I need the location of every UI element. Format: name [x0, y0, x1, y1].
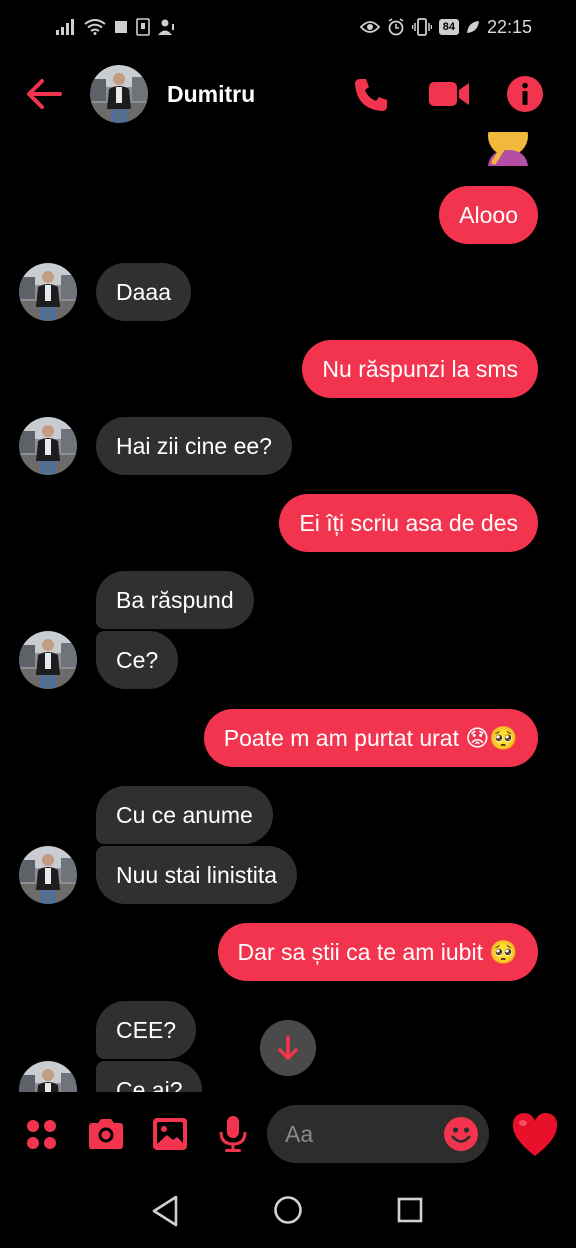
phone-call-icon[interactable]: [352, 76, 390, 114]
nav-home-icon[interactable]: [273, 1195, 303, 1225]
chat-header: Dumitru: [0, 56, 576, 132]
composer-bar: Aa: [0, 1092, 576, 1178]
message-bubble-incoming[interactable]: CEE?: [96, 1001, 197, 1059]
message-bubble-outgoing[interactable]: Dar sa știi ca te am iubit 🥺: [217, 923, 538, 981]
heart-reaction-icon[interactable]: [510, 1110, 560, 1158]
gallery-icon[interactable]: [150, 1114, 190, 1154]
message-bubble-outgoing[interactable]: Alooo: [439, 186, 538, 244]
message-bubble-incoming[interactable]: Ce?: [96, 631, 179, 689]
message-bubble-incoming[interactable]: Cu ce anume: [96, 786, 273, 844]
scroll-to-bottom-button[interactable]: [260, 1020, 316, 1076]
status-bar: 84 22:15: [0, 0, 576, 56]
contact-name[interactable]: Dumitru: [167, 81, 255, 108]
leaf-icon: [466, 21, 479, 33]
message-bubble-incoming[interactable]: Daaa: [96, 263, 191, 321]
message-bubble-incoming[interactable]: Ba răspund: [96, 571, 254, 629]
sender-avatar[interactable]: [19, 631, 77, 689]
info-icon[interactable]: [506, 75, 544, 113]
message-bubble-outgoing[interactable]: Nu răspunzi la sms: [302, 340, 538, 398]
emoji-sticker-partial: [488, 132, 528, 166]
camera-icon[interactable]: [86, 1114, 126, 1154]
sim-icon: [136, 18, 150, 36]
arrow-down-icon: [278, 1035, 298, 1060]
message-bubble-incoming[interactable]: Nuu stai linistita: [96, 846, 298, 904]
battery-icon: 84: [438, 19, 459, 35]
sender-avatar[interactable]: [19, 1061, 77, 1092]
video-call-icon[interactable]: [428, 78, 470, 110]
system-nav-bar: [0, 1178, 576, 1248]
message-bubble-incoming[interactable]: Hai zii cine ee?: [96, 417, 292, 475]
more-actions-icon[interactable]: [22, 1114, 62, 1154]
emoji-icon[interactable]: [443, 1116, 479, 1152]
message-list[interactable]: Alooo Daaa Nu răspunzi la sms Hai zii ci…: [0, 132, 576, 1092]
message-input[interactable]: Aa: [267, 1105, 489, 1163]
wifi-icon: [84, 19, 106, 35]
microphone-icon[interactable]: [213, 1114, 253, 1154]
sender-avatar[interactable]: [19, 846, 77, 904]
status-left-icons: [56, 16, 176, 38]
back-arrow-icon[interactable]: [24, 74, 64, 114]
nav-back-icon[interactable]: [150, 1194, 180, 1228]
signal-icon: [56, 19, 74, 35]
person-icon: [158, 19, 174, 35]
message-bubble-incoming[interactable]: Ce ai?: [96, 1061, 203, 1092]
sender-avatar[interactable]: [19, 417, 77, 475]
stop-icon: [115, 21, 127, 33]
status-right-icons: 84 22:15: [359, 16, 532, 38]
contact-avatar[interactable]: [90, 65, 148, 123]
status-time: 22:15: [486, 16, 532, 37]
sender-avatar[interactable]: [19, 263, 77, 321]
message-bubble-outgoing[interactable]: Poate m am purtat urat 😟🥺: [203, 709, 538, 767]
message-input-placeholder: Aa: [285, 1121, 314, 1147]
message-bubble-outgoing[interactable]: Ei îți scriu asa de des: [279, 494, 538, 552]
eye-icon: [359, 21, 380, 33]
alarm-icon: [388, 18, 404, 36]
nav-recent-apps-icon[interactable]: [397, 1197, 423, 1223]
vibrate-icon: [411, 18, 432, 36]
